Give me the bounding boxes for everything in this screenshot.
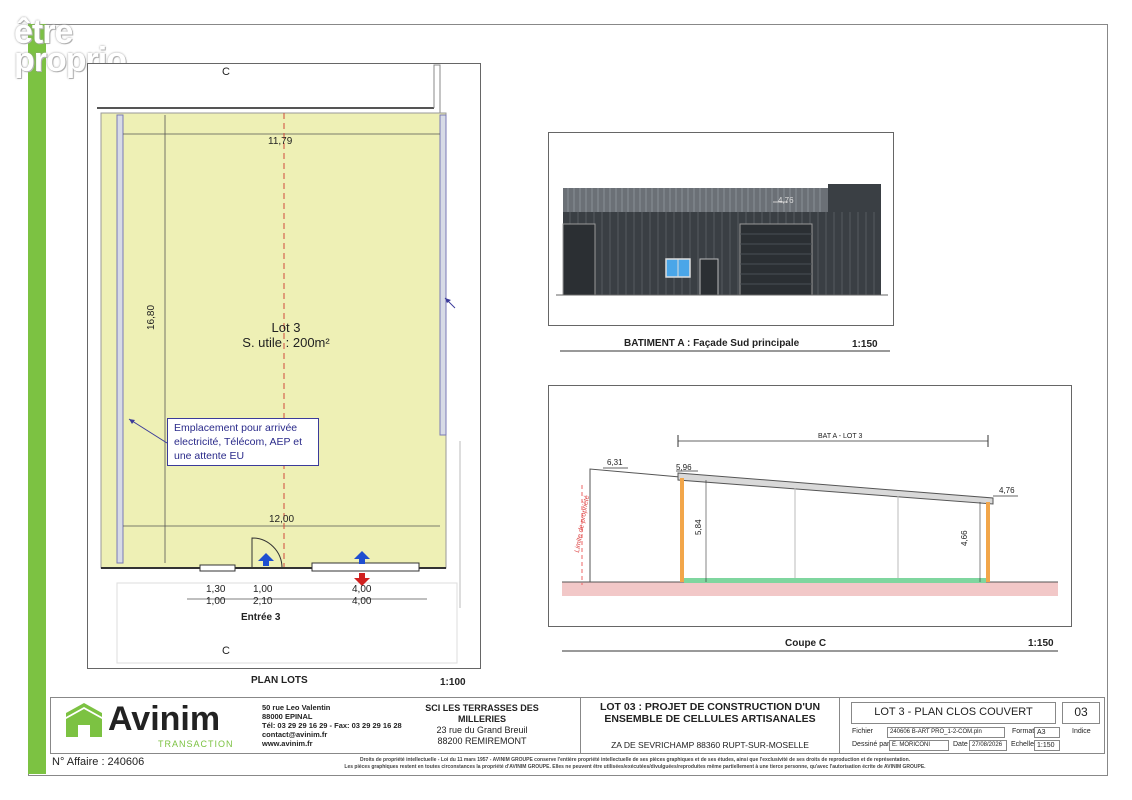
- company-sub: TRANSACTION: [158, 739, 234, 749]
- company-name: Avinim: [108, 700, 221, 738]
- green-margin-bar: [28, 24, 46, 774]
- section-height-right: 4,76: [999, 486, 1015, 495]
- facade-drawing: [556, 184, 888, 296]
- dim-top-width: 11,79: [268, 136, 293, 147]
- client-block: SCI LES TERRASSES DES MILLERIES 23 rue d…: [412, 703, 552, 747]
- dim-low-2-bottom: 2,10: [253, 596, 273, 607]
- dim-low-1-bottom: 1,00: [206, 596, 226, 607]
- project-location: ZA DE SEVRICHAMP 88360 RUPT-SUR-MOSELLE: [611, 740, 809, 750]
- date-label: Date: [953, 741, 968, 748]
- echelle-label: Echelle: [1011, 741, 1034, 748]
- legal-notice: Droits de propriété intellectuelle - Loi…: [344, 757, 926, 770]
- dim-low-1-top: 1,30: [206, 584, 226, 595]
- echelle-value: 1:150: [1034, 740, 1060, 751]
- format-label: Format: [1012, 728, 1035, 735]
- dim-side-length: 16,80: [146, 304, 157, 330]
- dim-low-3-top: 4,00: [352, 584, 372, 595]
- section-span-label: BAT A - LOT 3: [818, 433, 863, 440]
- client-name: SCI LES TERRASSES DES MILLERIES: [425, 703, 539, 724]
- section-mark-bottom: C: [222, 645, 230, 657]
- avinim-logo-icon: [66, 703, 102, 737]
- fichier-label: Fichier: [852, 728, 874, 735]
- plan-lots-scale: 1:100: [440, 677, 466, 688]
- dim-low-2-top: 1,00: [253, 584, 273, 595]
- plan-lots-drawing: [97, 64, 461, 664]
- section-title: Coupe C: [785, 638, 827, 649]
- dessine-value: E. MORICONI: [889, 740, 949, 751]
- fichier-value: 240606 B-ART PRO_1-2-COM.pln: [887, 727, 1005, 738]
- company-address: 50 rue Leo Valentin 88000 EPINAL Tél: 03…: [262, 703, 402, 748]
- section-scale: 1:150: [1028, 638, 1054, 649]
- dim-bottom-width: 12,00: [269, 514, 295, 525]
- sheet-title: LOT 3 - PLAN CLOS COUVERT: [874, 706, 1033, 718]
- sheet-number: 03: [1074, 705, 1088, 719]
- section-drawing: [562, 435, 1058, 596]
- utilities-note: Emplacement pour arrivée electricité, Té…: [167, 418, 319, 466]
- section-height-left: 6,31: [607, 458, 623, 467]
- dessine-label: Dessiné par: [852, 741, 890, 748]
- date-value: 27/08/2026: [969, 740, 1007, 751]
- format-value: A3: [1034, 727, 1060, 738]
- entry-label: Entrée 3: [241, 612, 281, 623]
- affaire-number: N° Affaire : 240606: [52, 756, 145, 768]
- section-mark-top: C: [222, 66, 230, 78]
- facade-scale: 1:150: [852, 339, 878, 350]
- section-inner-left: 5,84: [694, 519, 703, 535]
- facade-height: 4,76: [778, 196, 794, 205]
- section-inner-right: 4,66: [960, 530, 969, 546]
- project-title: LOT 03 : PROJET DE CONSTRUCTION D'UN ENS…: [599, 701, 821, 725]
- section-height-mid: 5,96: [676, 463, 692, 472]
- dim-low-3-bottom: 4,00: [352, 596, 372, 607]
- section-title-line: [562, 650, 1058, 652]
- facade-title: BATIMENT A : Façade Sud principale: [624, 338, 800, 349]
- lot-label: Lot 3 S. utile : 200m²: [242, 320, 330, 350]
- facade-title-line: [560, 350, 890, 352]
- plan-lots-title: PLAN LOTS: [251, 675, 308, 686]
- indice-label: Indice: [1072, 728, 1091, 735]
